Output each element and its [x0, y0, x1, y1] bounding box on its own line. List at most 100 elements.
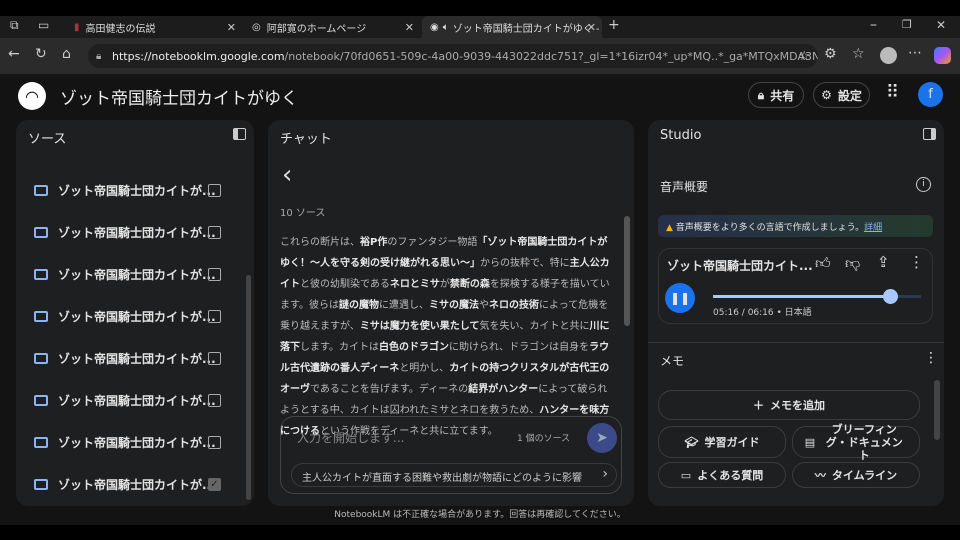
disclaimer-footer: NotebookLM は不正確な場合があります。回答は再確認してください。	[334, 510, 626, 520]
apps-grid-icon[interactable]: ⠿	[886, 82, 899, 103]
close-tab-icon[interactable]: ✕	[405, 21, 414, 34]
scrollbar[interactable]	[246, 275, 251, 500]
more-vert-icon[interactable]: ⋮	[909, 253, 924, 271]
source-checkbox[interactable]	[208, 184, 221, 197]
extensions-icon[interactable]: ⚙	[824, 46, 837, 62]
home-icon[interactable]: ⌂	[62, 46, 71, 62]
study-guide-button[interactable]: 🎓︎ 学習ガイド	[658, 426, 786, 458]
more-icon[interactable]: ⋯	[908, 45, 922, 61]
reload-icon[interactable]: ↻	[35, 46, 47, 62]
suggestion-text: 主人公カイトが直面する困難や救出劇が物語にどのように影響	[302, 473, 582, 484]
source-checkbox[interactable]	[208, 436, 221, 449]
slider-thumb[interactable]	[882, 289, 898, 304]
source-checkbox[interactable]	[208, 226, 221, 239]
collapse-panel-icon[interactable]	[233, 128, 246, 140]
send-button[interactable]: ➤	[587, 423, 617, 453]
banner-link[interactable]: 詳細	[864, 223, 882, 233]
source-label: ゾット帝国騎士団カイトが...	[58, 226, 216, 240]
source-label: ゾット帝国騎士団カイトが...	[58, 478, 216, 492]
close-tab-icon[interactable]: ✕	[587, 21, 596, 34]
audio-overview-title: 音声概要	[660, 180, 709, 194]
tab-label: ゾット帝国騎士団カイトがゆく -	[452, 23, 600, 35]
restore-icon[interactable]: ❐	[902, 18, 912, 31]
share-button[interactable]: 🔒︎ 共有	[748, 82, 804, 108]
audio-progress-slider[interactable]	[713, 289, 921, 304]
text: からの抜粋で、特に	[480, 258, 570, 269]
document-icon	[34, 185, 48, 196]
document-icon	[34, 395, 48, 406]
plus-icon: ＋	[753, 399, 764, 412]
thumbs-up-icon[interactable]: 👍︎	[815, 254, 831, 273]
minimize-icon[interactable]: –	[870, 17, 877, 33]
source-item[interactable]: ゾット帝国騎士団カイトが...	[34, 266, 234, 283]
divider	[648, 342, 944, 343]
source-checkbox[interactable]	[208, 268, 221, 281]
bold-text: 裕P作	[360, 237, 388, 248]
tab-1[interactable]: ▮ 高田健志の伝説 ✕	[66, 16, 242, 38]
source-item[interactable]: ゾット帝国騎士団カイトが...	[34, 350, 234, 367]
audio-time: 05:16 / 06:16	[713, 308, 774, 318]
favorites-icon[interactable]: ☆	[852, 46, 865, 62]
bold-text: ネロとミサ	[389, 279, 440, 290]
text: に助けられ、ドラゴンは自身を	[449, 342, 590, 353]
favorite-star-icon[interactable]: ☆	[798, 49, 810, 64]
tab-3-active[interactable]: ◉ 🔈︎ ゾット帝国騎士団カイトがゆく - ✕	[422, 16, 602, 38]
source-checkbox[interactable]	[208, 310, 221, 323]
briefing-doc-button[interactable]: ▤ ブリーフィング・ドキュメント	[792, 423, 920, 462]
suggested-question-chip[interactable]: 主人公カイトが直面する困難や救出劇が物語にどのように影響 ›	[291, 463, 617, 487]
copilot-icon[interactable]	[934, 47, 951, 64]
thumbs-down-icon[interactable]: 👎︎	[845, 254, 860, 273]
workspaces-icon[interactable]: ⧉	[10, 18, 19, 33]
graduation-cap-icon: 🎓︎	[684, 435, 699, 449]
memo-title: メモ	[660, 354, 685, 368]
timeline-icon: 〰	[814, 469, 826, 482]
back-chevron-icon[interactable]: ‹	[282, 160, 292, 190]
source-count: 10 ソース	[280, 208, 326, 219]
audio-title: ゾット帝国騎士団カイト...	[667, 259, 813, 273]
speaker-icon[interactable]: 🔈︎	[443, 22, 449, 33]
more-vert-icon[interactable]: ⋮	[924, 350, 938, 366]
account-avatar[interactable]: f	[918, 82, 943, 107]
collapse-panel-icon[interactable]	[923, 128, 936, 140]
source-checkbox[interactable]	[208, 352, 221, 365]
url-field[interactable]: 🔒︎ https://notebooklm.google.com/noteboo…	[88, 44, 818, 68]
close-window-icon[interactable]: ✕	[936, 18, 946, 32]
notebooklm-logo[interactable]: ◠	[18, 82, 46, 110]
studio-panel: Studio 音声概要 i ▲ 音声概要をより多くの言語で作成しましょう。詳細 …	[648, 120, 944, 506]
source-checkbox[interactable]	[208, 394, 221, 407]
back-icon[interactable]: ←	[8, 46, 20, 62]
info-icon[interactable]: i	[916, 177, 931, 192]
tab-2[interactable]: ◎ 阿部寛のホームページ ✕	[244, 16, 420, 38]
scrollbar[interactable]	[624, 216, 630, 326]
source-item[interactable]: ゾット帝国騎士団カイトが...	[34, 308, 234, 325]
source-item[interactable]: ゾット帝国騎士団カイトが...	[34, 392, 234, 409]
source-item[interactable]: ゾット帝国騎士団カイトが...	[34, 434, 234, 451]
bold-text: 禁断の森	[449, 279, 490, 290]
notebook-title[interactable]: ゾット帝国騎士団カイトがゆく	[60, 84, 298, 109]
site-info-icon[interactable]: 🔒︎	[96, 51, 101, 62]
source-item[interactable]: ゾット帝国騎士団カイトが...	[34, 182, 234, 199]
close-tab-icon[interactable]: ✕	[227, 21, 236, 34]
source-item[interactable]: ゾット帝国騎士団カイトが...	[34, 224, 234, 241]
new-tab-icon[interactable]: +	[608, 17, 620, 33]
add-memo-button[interactable]: ＋ メモを追加	[658, 390, 920, 420]
scrollbar[interactable]	[934, 380, 940, 440]
pause-button[interactable]: ❚❚	[665, 283, 695, 313]
bold-text: ネロの技術	[489, 300, 539, 311]
settings-button[interactable]: ⚙ 設定	[813, 82, 870, 108]
faq-button[interactable]: ▭ よくある質問	[658, 462, 786, 488]
button-label: よくある質問	[697, 469, 764, 482]
tab-actions-icon[interactable]: ▭	[38, 18, 49, 32]
source-checkbox[interactable]: ✓	[208, 478, 221, 491]
source-item[interactable]: ゾット帝国騎士団カイトが... ✓	[34, 476, 234, 493]
button-label: タイムライン	[831, 469, 898, 482]
audio-player-card: ゾット帝国騎士団カイト... 👍︎ 👎︎ ⇪ ⋮ ❚❚ 05:16 / 06:1…	[658, 248, 933, 324]
document-icon	[34, 437, 48, 448]
chevron-right-icon[interactable]: ›	[602, 466, 608, 482]
share-icon[interactable]: ⇪	[877, 253, 890, 271]
gear-icon: ⚙	[821, 88, 832, 102]
timeline-button[interactable]: 〰タイムライン	[792, 462, 920, 488]
chat-input[interactable]: 入力を開始します...	[297, 429, 404, 446]
profile-avatar[interactable]	[880, 47, 897, 64]
bold-text: 白色のドラゴン	[379, 342, 449, 353]
